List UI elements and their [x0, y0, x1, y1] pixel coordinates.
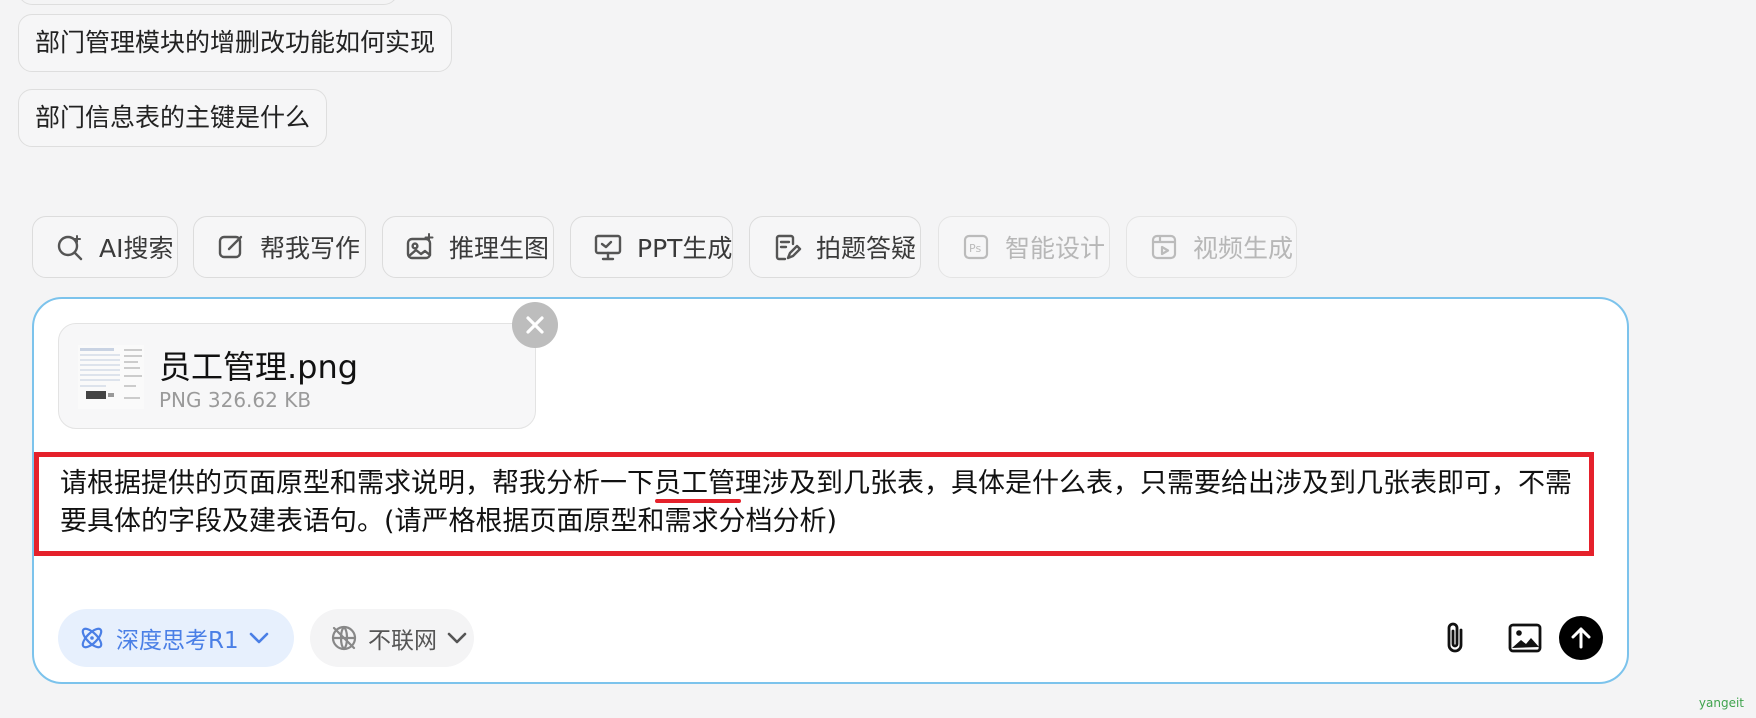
edit-icon — [218, 235, 243, 259]
writing-button[interactable]: 帮我写作 — [193, 216, 366, 278]
quick-action-label: 拍题答疑 — [816, 234, 917, 263]
send-button[interactable] — [1559, 616, 1603, 660]
presentation-icon — [594, 234, 622, 261]
quick-action-label: 帮我写作 — [260, 234, 361, 263]
quick-action-label: 视频生成 — [1193, 234, 1294, 263]
quick-action-label: AI搜索 — [99, 234, 174, 263]
quick-action-label: 智能设计 — [1005, 234, 1106, 263]
close-icon — [526, 316, 544, 334]
attach-file-button[interactable] — [1434, 617, 1476, 659]
globe-off-icon — [331, 625, 357, 651]
image-icon — [1508, 623, 1542, 653]
suggestion-label: 部门管理模块的增删改功能如何实现 — [35, 28, 436, 57]
quick-action-label: 推理生图 — [449, 234, 550, 263]
prompt-input[interactable]: 请根据提供的页面原型和需求说明，帮我分析一下员工管理涉及到几张表，具体是什么表，… — [60, 465, 1590, 541]
suggestion-chip[interactable]: 部门信息表的主键是什么 — [18, 89, 328, 147]
prompt-text-start: 请根据提供的页面原型和需求说明，帮我分析一下 — [60, 468, 654, 499]
document-edit-icon — [775, 234, 802, 261]
watermark: yangeit — [1698, 696, 1744, 710]
attachment-card[interactable]: 员工管理.png PNG 326.62 KB — [58, 323, 536, 429]
image-generate-button[interactable]: 推理生图 — [382, 216, 554, 278]
annotation-highlight-box: 请根据提供的页面原型和需求说明，帮我分析一下员工管理涉及到几张表，具体是什么表，… — [34, 452, 1594, 556]
ps-icon: Ps — [963, 234, 989, 260]
quick-action-label: PPT生成 — [637, 234, 733, 263]
svg-text:Ps: Ps — [969, 242, 981, 255]
ai-search-button[interactable]: AI搜索 — [32, 216, 178, 278]
web-search-toggle[interactable]: 不联网 — [310, 609, 474, 667]
video-icon — [1151, 234, 1177, 260]
chat-composer[interactable]: 员工管理.png PNG 326.62 KB 请根据提供的页面原型和需求说明，帮… — [32, 297, 1629, 684]
attachment-meta: PNG 326.62 KB — [159, 388, 312, 412]
suggestion-chip-partial[interactable] — [18, 0, 398, 5]
suggestion-label: 部门信息表的主键是什么 — [35, 103, 311, 132]
chevron-down-icon — [249, 632, 268, 644]
upload-image-button[interactable] — [1504, 617, 1546, 659]
chevron-down-icon — [447, 632, 467, 644]
ppt-generate-button[interactable]: PPT生成 — [570, 216, 733, 278]
suggestion-chip[interactable]: 部门管理模块的增删改功能如何实现 — [18, 14, 453, 72]
remove-attachment-button[interactable] — [512, 302, 558, 348]
smart-design-button: Ps 智能设计 — [938, 216, 1110, 278]
web-search-label: 不联网 — [368, 628, 437, 654]
image-thumbnail-icon — [78, 345, 144, 409]
atom-icon — [81, 627, 103, 649]
ai-search-icon — [57, 235, 83, 261]
deep-think-toggle[interactable]: 深度思考R1 — [58, 609, 294, 667]
paperclip-icon — [1447, 622, 1463, 653]
deep-think-label: 深度思考R1 — [116, 628, 239, 654]
arrow-up-icon — [1571, 627, 1591, 649]
image-generate-icon — [406, 233, 434, 260]
attachment-name: 员工管理.png — [159, 348, 359, 386]
prompt-underlined-text: 员工管 — [654, 468, 735, 499]
video-generate-button: 视频生成 — [1126, 216, 1297, 278]
photo-question-button[interactable]: 拍题答疑 — [749, 216, 921, 278]
